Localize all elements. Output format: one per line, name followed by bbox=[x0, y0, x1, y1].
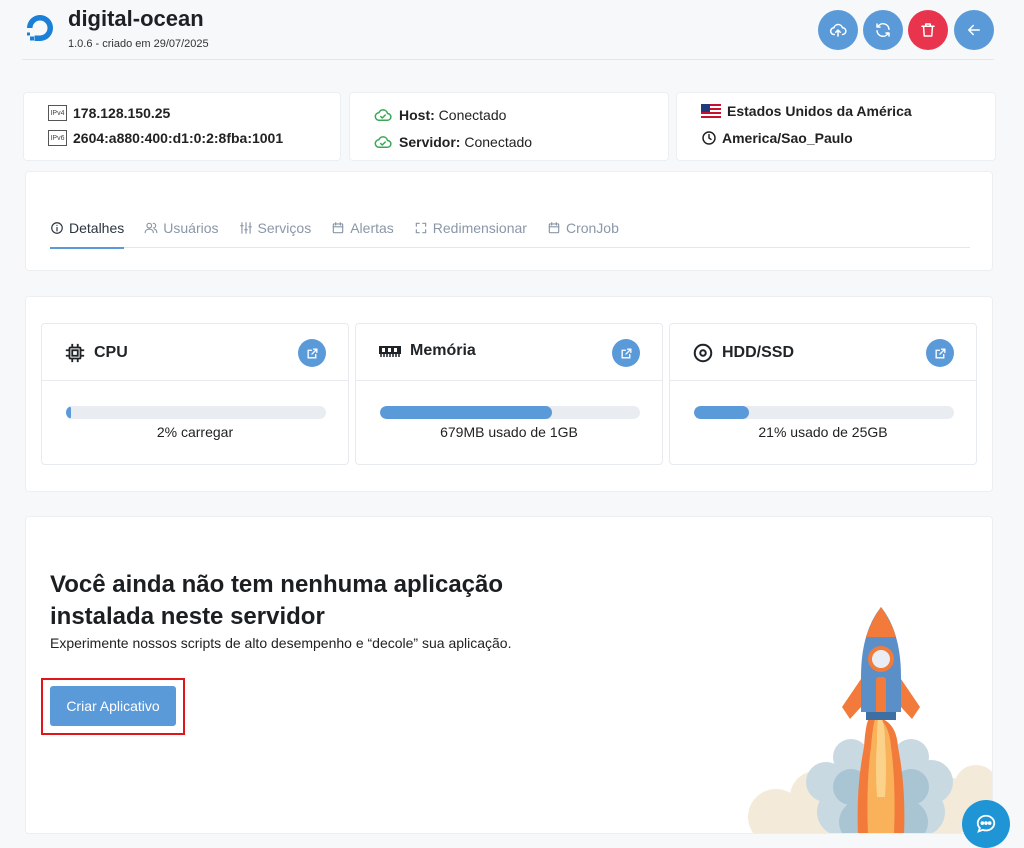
tab-usuarios[interactable]: Usuários bbox=[144, 208, 219, 248]
info-icon bbox=[51, 221, 63, 234]
host-label: Host: bbox=[399, 107, 435, 123]
tab-alertas[interactable]: Alertas bbox=[331, 208, 394, 248]
ipv6-badge: IPv6 bbox=[48, 130, 67, 146]
cpu-icon bbox=[65, 343, 85, 363]
cloud-check-icon bbox=[374, 109, 392, 121]
country: Estados Unidos da América bbox=[727, 103, 912, 119]
disk-open-button[interactable] bbox=[926, 339, 954, 367]
tab-label: Detalhes bbox=[69, 219, 125, 236]
memory-progress-bar bbox=[380, 406, 640, 419]
empty-state-subtitle: Experimente nossos scripts de alto desem… bbox=[50, 635, 512, 651]
tab-servicos[interactable]: Serviços bbox=[239, 208, 312, 248]
server-status: Conectado bbox=[464, 134, 533, 150]
page-header: digital-ocean 1.0.6 - criado em 29/07/20… bbox=[0, 0, 1024, 60]
memory-title: Memória bbox=[410, 342, 476, 359]
host-status: Conectado bbox=[438, 107, 507, 123]
cpu-progress-bar bbox=[66, 406, 326, 419]
resize-icon bbox=[415, 222, 427, 234]
upload-button[interactable] bbox=[818, 10, 858, 50]
tab-bar: Detalhes Usuários Serviços Alertas Redim… bbox=[50, 208, 970, 249]
sliders-icon bbox=[239, 222, 252, 234]
resources-panel: CPU 2% carregar Memória 679MB usado de 1… bbox=[25, 296, 993, 492]
arrow-left-icon bbox=[968, 24, 980, 36]
disk-icon bbox=[693, 343, 713, 363]
server-label: Servidor: bbox=[399, 134, 461, 150]
tabs-card: Detalhes Usuários Serviços Alertas Redim… bbox=[25, 171, 993, 271]
tab-label: Alertas bbox=[350, 220, 394, 236]
chat-bubble-icon bbox=[976, 814, 996, 833]
trash-icon bbox=[921, 23, 935, 37]
page-subtitle: 1.0.6 - criado em 29/07/2025 bbox=[68, 38, 209, 50]
tab-label: Usuários bbox=[163, 220, 219, 236]
users-icon bbox=[144, 222, 158, 234]
memory-open-button[interactable] bbox=[612, 339, 640, 367]
header-divider bbox=[22, 59, 994, 60]
rocket-illustration bbox=[748, 607, 992, 833]
disk-progress-fill bbox=[694, 406, 749, 419]
digitalocean-logo-icon bbox=[27, 15, 53, 41]
back-button[interactable] bbox=[954, 10, 994, 50]
calendar-icon bbox=[548, 222, 560, 234]
ipv6-address: 2604:a880:400:d1:0:2:8fba:1001 bbox=[73, 130, 284, 146]
empty-state-title: Você ainda não tem nenhuma aplicação ins… bbox=[50, 571, 504, 630]
clock-icon bbox=[702, 131, 716, 145]
cpu-usage-label: 2% carregar bbox=[156, 424, 234, 440]
disk-title: HDD/SSD bbox=[722, 344, 795, 361]
external-link-icon bbox=[306, 347, 318, 359]
cloud-upload-icon bbox=[829, 23, 847, 37]
ipv4-badge: IPv4 bbox=[48, 105, 67, 121]
disk-card-header: HDD/SSD bbox=[670, 324, 976, 381]
cloud-check-icon bbox=[374, 136, 392, 148]
memory-card-header: Memória bbox=[356, 324, 662, 381]
timezone: America/Sao_Paulo bbox=[722, 130, 853, 146]
delete-button[interactable] bbox=[908, 10, 948, 50]
status-card: Host: Conectado Servidor: Conectado bbox=[349, 92, 669, 161]
memory-card: Memória 679MB usado de 1GB bbox=[355, 323, 663, 465]
disk-progress-bar bbox=[694, 406, 954, 419]
network-card: IPv4 178.128.150.25 IPv6 2604:a880:400:d… bbox=[23, 92, 341, 161]
refresh-icon bbox=[876, 22, 890, 38]
external-link-icon bbox=[934, 347, 946, 359]
tab-label: Serviços bbox=[257, 220, 312, 236]
tab-cronjob[interactable]: CronJob bbox=[547, 208, 619, 248]
disk-card: HDD/SSD 21% usado de 25GB bbox=[669, 323, 977, 465]
memory-icon bbox=[379, 346, 401, 357]
tab-label: Redimensionar bbox=[432, 220, 527, 236]
memory-progress-fill bbox=[380, 406, 552, 419]
calendar-icon bbox=[332, 222, 344, 234]
refresh-button[interactable] bbox=[863, 10, 903, 50]
empty-state-card: Você ainda não tem nenhuma aplicação ins… bbox=[25, 516, 993, 834]
external-link-icon bbox=[620, 347, 632, 359]
tab-label: CronJob bbox=[565, 220, 619, 236]
tab-detalhes[interactable]: Detalhes bbox=[50, 208, 125, 249]
us-flag-icon bbox=[701, 104, 721, 118]
disk-usage-label: 21% usado de 25GB bbox=[758, 424, 888, 440]
cpu-title: CPU bbox=[94, 344, 128, 361]
cpu-card: CPU 2% carregar bbox=[41, 323, 349, 465]
cpu-card-header: CPU bbox=[42, 324, 348, 381]
cpu-open-button[interactable] bbox=[298, 339, 326, 367]
cpu-progress-fill bbox=[66, 406, 72, 419]
ipv4-address: 178.128.150.25 bbox=[73, 105, 171, 121]
tab-redimensionar[interactable]: Redimensionar bbox=[414, 208, 527, 248]
page-title: digital-ocean bbox=[68, 6, 204, 31]
memory-usage-label: 679MB usado de 1GB bbox=[440, 424, 578, 440]
create-app-button[interactable]: Criar Aplicativo bbox=[50, 686, 176, 726]
location-card: Estados Unidos da América America/Sao_Pa… bbox=[676, 92, 996, 161]
